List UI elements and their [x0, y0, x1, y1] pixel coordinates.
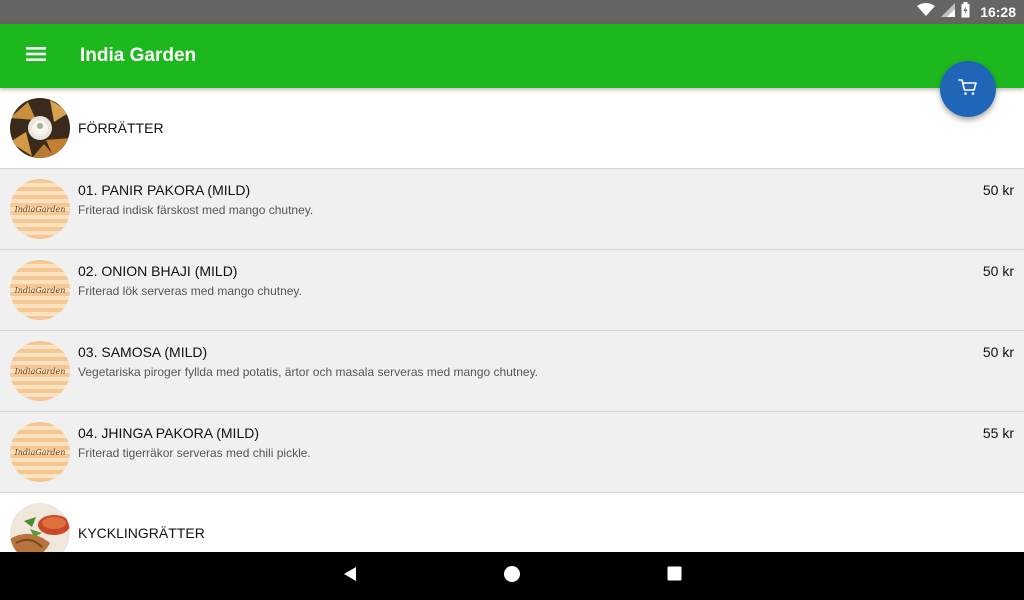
status-icons: 16:28: [917, 0, 1016, 24]
system-nav-bar: [0, 552, 1024, 600]
cart-icon: [958, 78, 978, 101]
item-price: 55 kr: [982, 425, 1014, 441]
item-name: 04. JHINGA PAKORA (MILD): [78, 425, 260, 441]
app-bar: India Garden: [0, 24, 1024, 88]
menu-list[interactable]: FÖRRÄTTER IndiaGarden 01. PANIR PAKORA (…: [0, 88, 1024, 552]
item-name: 02. ONION BHAJI (MILD): [78, 263, 238, 279]
menu-item-row[interactable]: IndiaGarden 02. ONION BHAJI (MILD) Frite…: [0, 250, 1024, 331]
item-description: Vegetariska piroger fyllda med potatis, …: [78, 365, 539, 379]
item-logo-text: IndiaGarden: [14, 366, 66, 376]
back-button[interactable]: [338, 564, 362, 588]
signal-icon: [941, 2, 956, 22]
status-bar: 16:28: [0, 0, 1024, 24]
item-logo-image: IndiaGarden: [10, 260, 70, 320]
item-name: 01. PANIR PAKORA (MILD): [78, 182, 251, 198]
battery-icon: [961, 1, 970, 23]
menu-button[interactable]: [20, 44, 52, 68]
item-description: Friterad tigerräkor serveras med chili p…: [78, 446, 311, 460]
item-logo-image: IndiaGarden: [10, 341, 70, 401]
item-name: 03. SAMOSA (MILD): [78, 344, 208, 360]
app-title: India Garden: [80, 45, 197, 66]
menu-icon: [26, 46, 46, 67]
recents-button[interactable]: [662, 564, 686, 588]
category-row[interactable]: KYCKLINGRÄTTER: [0, 493, 1024, 552]
category-image: [10, 98, 70, 158]
item-logo-text: IndiaGarden: [14, 447, 66, 457]
item-logo-image: IndiaGarden: [10, 179, 70, 239]
category-label: KYCKLINGRÄTTER: [78, 525, 205, 541]
home-button[interactable]: [500, 564, 524, 588]
item-description: Friterad lök serveras med mango chutney.: [78, 284, 302, 298]
item-logo-image: IndiaGarden: [10, 422, 70, 482]
cart-button[interactable]: [940, 61, 996, 117]
menu-item-row[interactable]: IndiaGarden 03. SAMOSA (MILD) Vegetarisk…: [0, 331, 1024, 412]
item-price: 50 kr: [982, 263, 1014, 279]
item-description: Friterad indisk färskost med mango chutn…: [78, 203, 314, 217]
menu-item-row[interactable]: IndiaGarden 01. PANIR PAKORA (MILD) Frit…: [0, 169, 1024, 250]
category-label: FÖRRÄTTER: [78, 120, 164, 136]
item-logo-text: IndiaGarden: [14, 204, 66, 214]
back-icon: [342, 566, 358, 587]
category-image: [10, 503, 70, 552]
category-row[interactable]: FÖRRÄTTER: [0, 88, 1024, 169]
item-price: 50 kr: [982, 182, 1014, 198]
item-logo-text: IndiaGarden: [14, 285, 66, 295]
menu-item-row[interactable]: IndiaGarden 04. JHINGA PAKORA (MILD) Fri…: [0, 412, 1024, 493]
wifi-icon: [917, 2, 936, 22]
home-icon: [503, 565, 521, 588]
status-time: 16:28: [980, 4, 1016, 20]
recents-icon: [667, 566, 682, 586]
item-price: 50 kr: [982, 344, 1014, 360]
